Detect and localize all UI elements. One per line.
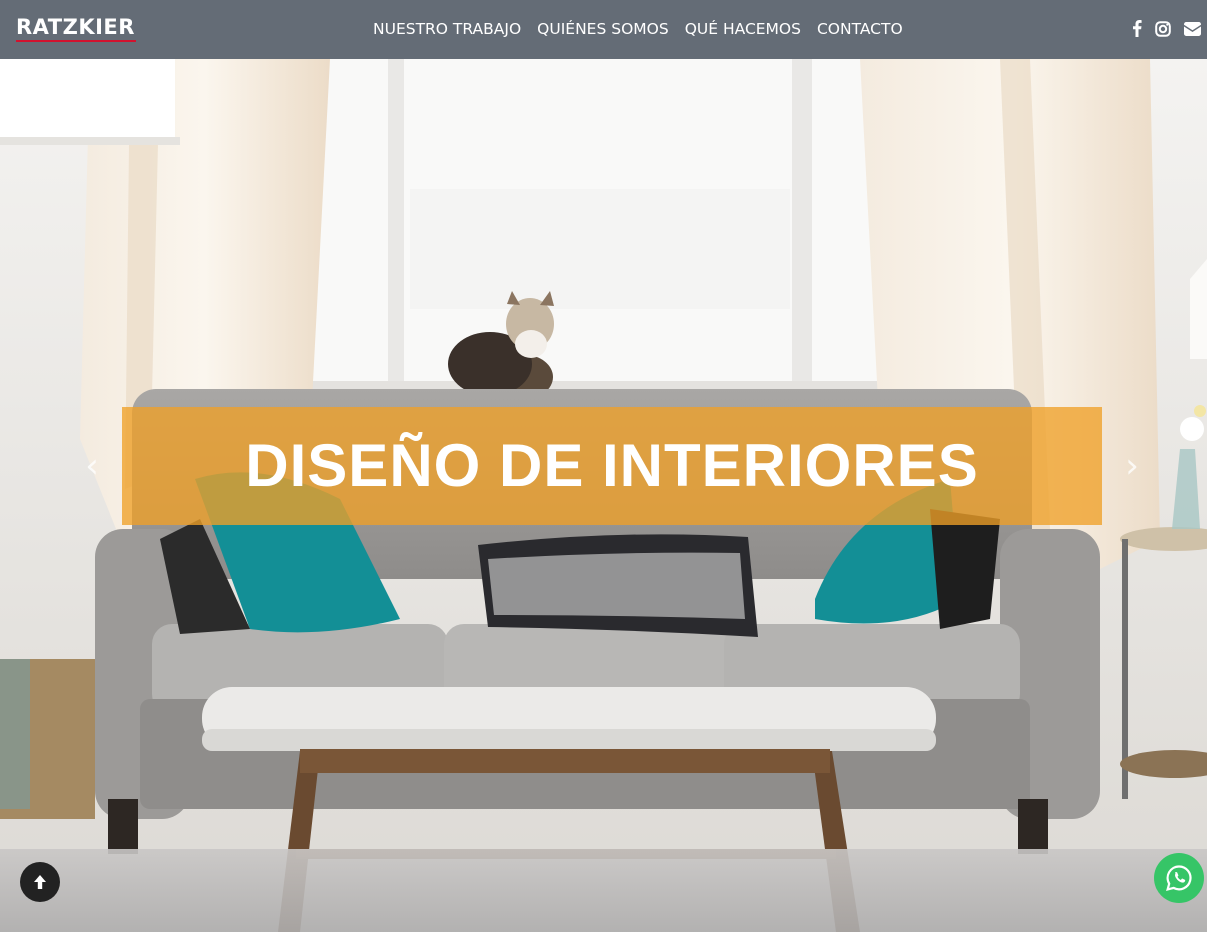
envelope-icon[interactable] xyxy=(1184,21,1201,36)
top-navbar: RATZKIER NUESTRO TRABAJO QUIÉNES SOMOS Q… xyxy=(0,0,1207,59)
arrow-up-icon xyxy=(34,875,46,889)
main-nav: NUESTRO TRABAJO QUIÉNES SOMOS QUÉ HACEMO… xyxy=(365,19,911,39)
carousel-prev-icon[interactable]: ‹ xyxy=(80,449,104,483)
logo[interactable]: RATZKIER xyxy=(16,14,136,44)
social-links xyxy=(1132,20,1201,37)
facebook-icon[interactable] xyxy=(1132,20,1142,37)
hero-title: DISEÑO DE INTERIORES xyxy=(245,432,979,499)
scroll-to-top-button[interactable] xyxy=(20,862,60,902)
hero-title-banner: DISEÑO DE INTERIORES xyxy=(122,407,1102,525)
nav-que-hacemos[interactable]: QUÉ HACEMOS xyxy=(677,19,809,39)
hero-carousel: DISEÑO DE INTERIORES ‹ › xyxy=(0,59,1207,932)
nav-contacto[interactable]: CONTACTO xyxy=(809,19,911,39)
instagram-icon[interactable] xyxy=(1155,20,1171,37)
logo-text: RATZKIER xyxy=(16,15,135,39)
whatsapp-button[interactable] xyxy=(1154,853,1204,903)
whatsapp-icon xyxy=(1166,865,1192,892)
nav-quienes-somos[interactable]: QUIÉNES SOMOS xyxy=(529,19,677,39)
logo-underline xyxy=(16,40,136,42)
carousel-next-icon[interactable]: › xyxy=(1120,449,1144,483)
nav-nuestro-trabajo[interactable]: NUESTRO TRABAJO xyxy=(365,19,529,39)
